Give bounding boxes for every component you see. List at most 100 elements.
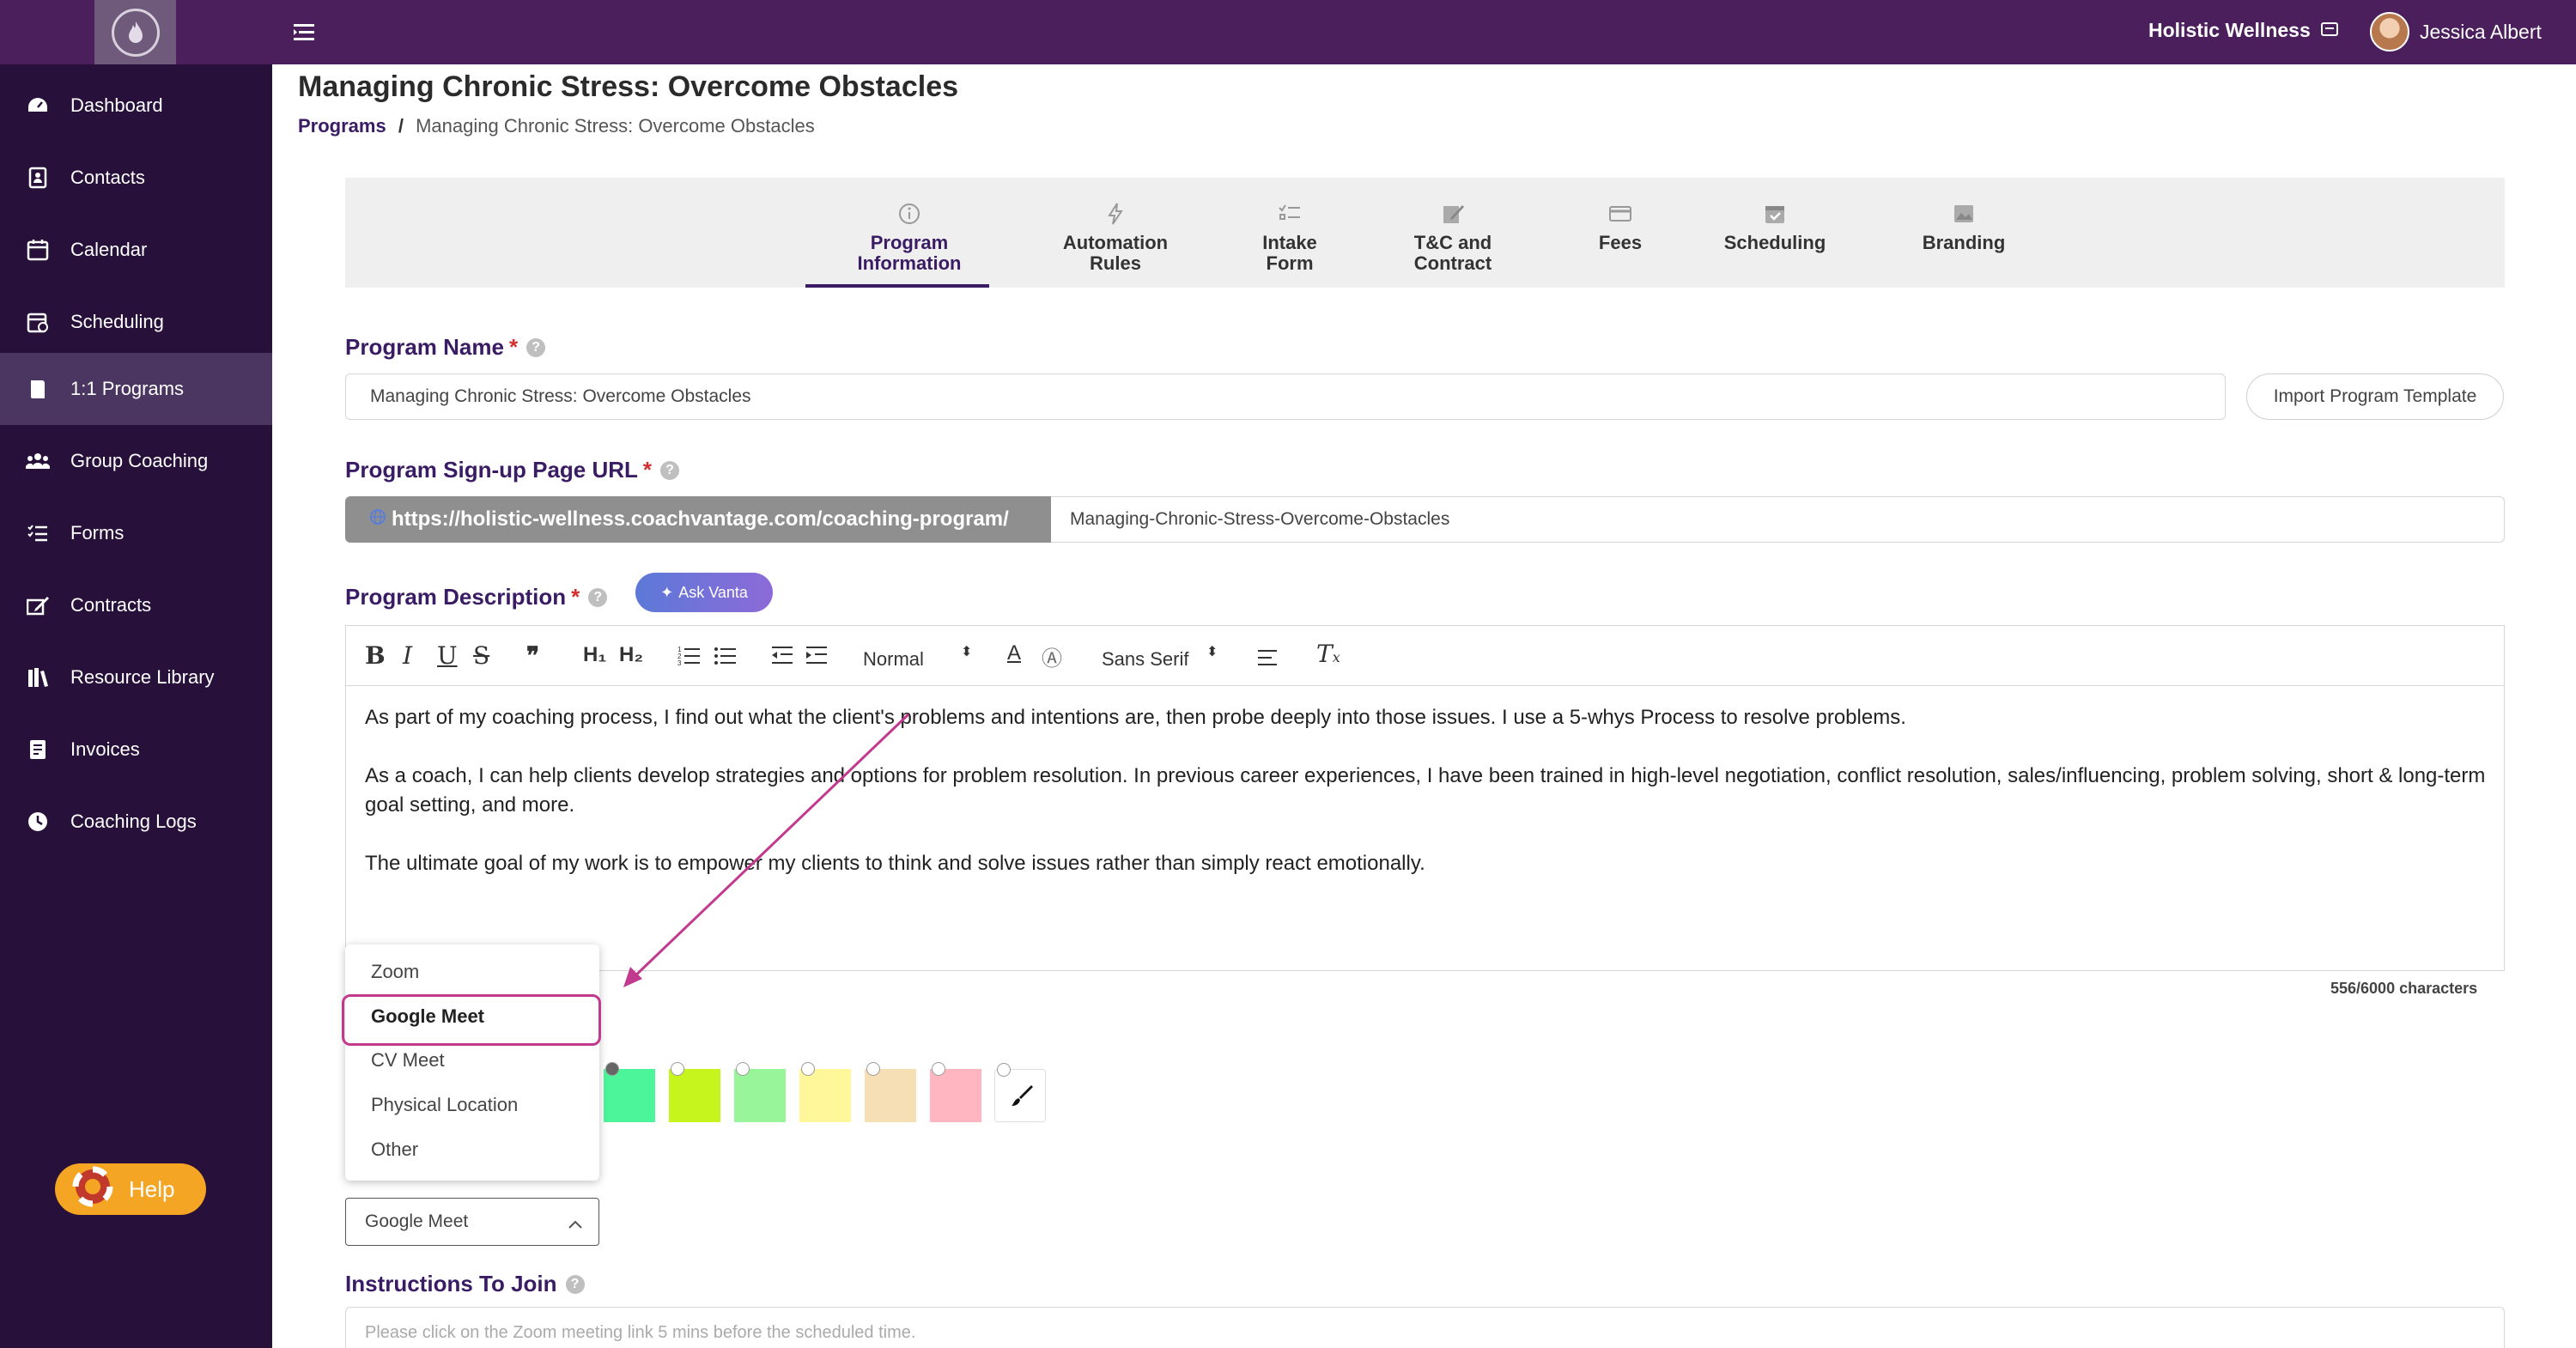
url-prefix: https://holistic-wellness.coachvantage.c…: [345, 496, 1051, 543]
color-swatch[interactable]: [604, 1062, 655, 1122]
tab-label-line1: Automation: [1062, 232, 1169, 253]
description-label: Program Description * ?: [345, 584, 608, 610]
indent-icon[interactable]: [805, 645, 829, 671]
sidebar-item-calendar[interactable]: Calendar: [0, 214, 272, 286]
swatch-dot: [932, 1062, 945, 1076]
sidebar-item-coaching-logs[interactable]: Coaching Logs: [0, 786, 272, 858]
info-icon: [897, 202, 921, 226]
sidebar-item-invoices[interactable]: Invoices: [0, 713, 272, 786]
custom-color-button[interactable]: [994, 1063, 1046, 1122]
underline-icon[interactable]: U: [437, 641, 458, 670]
color-swatch[interactable]: [669, 1062, 720, 1122]
location-dropdown-menu: Zoom Google Meet CV Meet Physical Locati…: [345, 944, 599, 1181]
dropdown-option-physical-location[interactable]: Physical Location: [371, 1094, 518, 1116]
sidebar-item-label: 1:1 Programs: [70, 378, 185, 399]
dropdown-option-zoom[interactable]: Zoom: [371, 961, 419, 983]
tab-automation-rules[interactable]: Automation Rules: [1042, 202, 1188, 274]
heading-select-arrows-icon: ⬍: [961, 645, 973, 659]
description-paragraph: As part of my coaching process, I find o…: [365, 706, 1906, 729]
background-color-icon[interactable]: Ⓐ: [1042, 641, 1062, 671]
description-text[interactable]: As part of my coaching process, I find o…: [365, 703, 2486, 908]
url-slug-input[interactable]: Managing-Chronic-Stress-Overcome-Obstacl…: [1051, 496, 2505, 543]
required-mark: *: [508, 334, 519, 360]
calendar-icon: [26, 238, 50, 262]
org-switcher[interactable]: Holistic Wellness: [2148, 19, 2338, 42]
blockquote-icon[interactable]: ❞: [526, 641, 539, 670]
tab-program-information[interactable]: Program Information: [836, 202, 982, 274]
help-question-icon[interactable]: ?: [660, 460, 680, 480]
sidebar-item-scheduling[interactable]: Scheduling: [0, 286, 272, 358]
dropdown-option-other[interactable]: Other: [371, 1139, 418, 1161]
app-logo[interactable]: [94, 0, 176, 64]
bold-icon[interactable]: B: [365, 641, 386, 670]
help-question-icon[interactable]: ?: [565, 1274, 585, 1294]
user-menu[interactable]: Jessica Albert: [2370, 12, 2542, 52]
font-color-icon[interactable]: A: [1007, 641, 1021, 665]
description-paragraph: As a coach, I can help clients develop s…: [365, 764, 2486, 817]
sidebar-item-group-coaching[interactable]: Group Coaching: [0, 425, 272, 497]
font-select[interactable]: Sans Serif: [1102, 648, 1189, 671]
ask-vanta-button[interactable]: ✦ Ask Vanta: [635, 573, 773, 612]
brush-icon: [1009, 1084, 1035, 1114]
description-label-text: Program Description: [345, 584, 567, 610]
tab-fees[interactable]: Fees: [1573, 202, 1668, 253]
heading1-icon[interactable]: H₁: [583, 643, 606, 667]
font-select-arrows-icon: ⬍: [1206, 645, 1218, 659]
dropdown-option-cv-meet[interactable]: CV Meet: [371, 1049, 445, 1072]
char-count: 556/6000 characters: [2330, 980, 2478, 997]
sidebar-item-label: Contacts: [70, 167, 145, 188]
editor-toolbar: B I U S ❞ H₁ H₂ 123 Normal ⬍ A Ⓐ Sans Se…: [346, 626, 2504, 686]
clear-format-icon[interactable]: Tx: [1316, 640, 1340, 668]
sidebar-item-forms[interactable]: Forms: [0, 497, 272, 569]
color-swatch[interactable]: [930, 1062, 981, 1122]
color-swatch[interactable]: [799, 1062, 851, 1122]
bullet-list-icon[interactable]: [714, 645, 738, 671]
outdent-icon[interactable]: [770, 645, 794, 671]
breadcrumb-programs-link[interactable]: Programs: [298, 115, 386, 137]
lightning-icon: [1103, 202, 1127, 226]
sidebar-item-label: Coaching Logs: [70, 811, 197, 832]
tab-branding[interactable]: Branding: [1908, 202, 2020, 253]
heading-select[interactable]: Normal: [863, 648, 924, 671]
tab-tc-contract[interactable]: T&C and Contract: [1393, 202, 1513, 274]
sidebar-item-resource-library[interactable]: Resource Library: [0, 641, 272, 713]
sidebar-item-dashboard[interactable]: Dashboard: [0, 70, 272, 142]
ordered-list-icon[interactable]: 123: [677, 645, 702, 671]
program-name-input[interactable]: Managing Chronic Stress: Overcome Obstac…: [345, 373, 2226, 420]
tab-intake-form[interactable]: Intake Form: [1230, 202, 1350, 274]
invoice-icon: [26, 738, 50, 762]
user-name: Jessica Albert: [2420, 20, 2542, 43]
instructions-input[interactable]: Please click on the Zoom meeting link 5 …: [345, 1307, 2505, 1348]
menu-toggle-icon[interactable]: [292, 21, 318, 45]
help-question-icon[interactable]: ?: [526, 337, 546, 357]
sidebar-item-label: Dashboard: [70, 94, 163, 116]
align-icon[interactable]: [1256, 648, 1279, 671]
import-program-template-button[interactable]: Import Program Template: [2246, 373, 2504, 420]
tab-scheduling[interactable]: Scheduling: [1710, 202, 1839, 253]
description-editor[interactable]: B I U S ❞ H₁ H₂ 123 Normal ⬍ A Ⓐ Sans Se…: [345, 625, 2505, 971]
lifebuoy-icon: [72, 1166, 113, 1213]
tab-label-line1: Fees: [1598, 232, 1643, 253]
instructions-label: Instructions To Join ?: [345, 1271, 585, 1297]
top-bar: Holistic Wellness Jessica Albert: [0, 0, 2576, 64]
strikethrough-icon[interactable]: S: [473, 641, 489, 670]
group-icon: [26, 449, 50, 473]
color-swatch[interactable]: [865, 1062, 916, 1122]
sidebar-item-label: Forms: [70, 522, 125, 543]
clock-icon: [26, 810, 50, 834]
sidebar-item-contacts[interactable]: Contacts: [0, 142, 272, 214]
help-button[interactable]: Help: [55, 1163, 206, 1215]
library-icon: [26, 665, 50, 689]
help-question-icon[interactable]: ?: [588, 587, 608, 607]
help-label: Help: [129, 1175, 175, 1202]
location-select[interactable]: Google Meet: [345, 1198, 599, 1246]
chevron-up-icon: [568, 1214, 583, 1235]
heading2-icon[interactable]: H₂: [619, 643, 643, 667]
ask-vanta-label: Ask Vanta: [678, 583, 748, 601]
sidebar-item-contracts[interactable]: Contracts: [0, 569, 272, 641]
color-swatch[interactable]: [734, 1062, 786, 1122]
italic-icon[interactable]: I: [403, 641, 412, 670]
tab-label-line2: Information: [857, 252, 962, 274]
sidebar-item-programs[interactable]: 1:1 Programs: [0, 353, 272, 425]
instructions-label-text: Instructions To Join: [345, 1271, 557, 1296]
